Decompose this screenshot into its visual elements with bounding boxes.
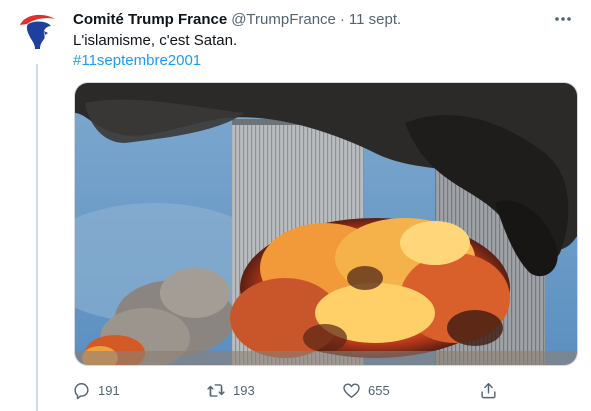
reply-icon (64, 374, 98, 406)
reply-count: 191 (98, 382, 120, 398)
retweet-button[interactable]: 193 (199, 374, 255, 406)
more-icon (555, 17, 571, 21)
thread-line (36, 64, 38, 411)
like-icon (334, 374, 368, 406)
photo-image (75, 83, 577, 365)
tweet-actions: 191 193 655 (64, 374, 514, 406)
tweet-media-photo[interactable] (74, 82, 578, 366)
author-name[interactable]: Comité Trump France (73, 11, 227, 28)
more-button[interactable] (551, 8, 575, 30)
share-icon (471, 374, 505, 406)
reply-button[interactable]: 191 (64, 374, 120, 406)
hashtag-link[interactable]: #11septembre2001 (73, 51, 201, 71)
avatar[interactable] (13, 7, 61, 55)
like-count: 655 (368, 382, 390, 398)
like-button[interactable]: 655 (334, 374, 390, 406)
share-button[interactable] (471, 374, 505, 406)
avatar-logo (13, 7, 61, 55)
tweet-text: L'islamisme, c'est Satan. (73, 32, 238, 49)
author-handle[interactable]: @TrumpFrance (231, 11, 336, 28)
separator-dot: · (339, 10, 345, 28)
retweet-icon (199, 374, 233, 406)
tweet-date[interactable]: 11 sept. (349, 11, 401, 28)
retweet-count: 193 (233, 382, 255, 398)
tweet-header: Comité Trump France @TrumpFrance · 11 se… (73, 9, 571, 29)
